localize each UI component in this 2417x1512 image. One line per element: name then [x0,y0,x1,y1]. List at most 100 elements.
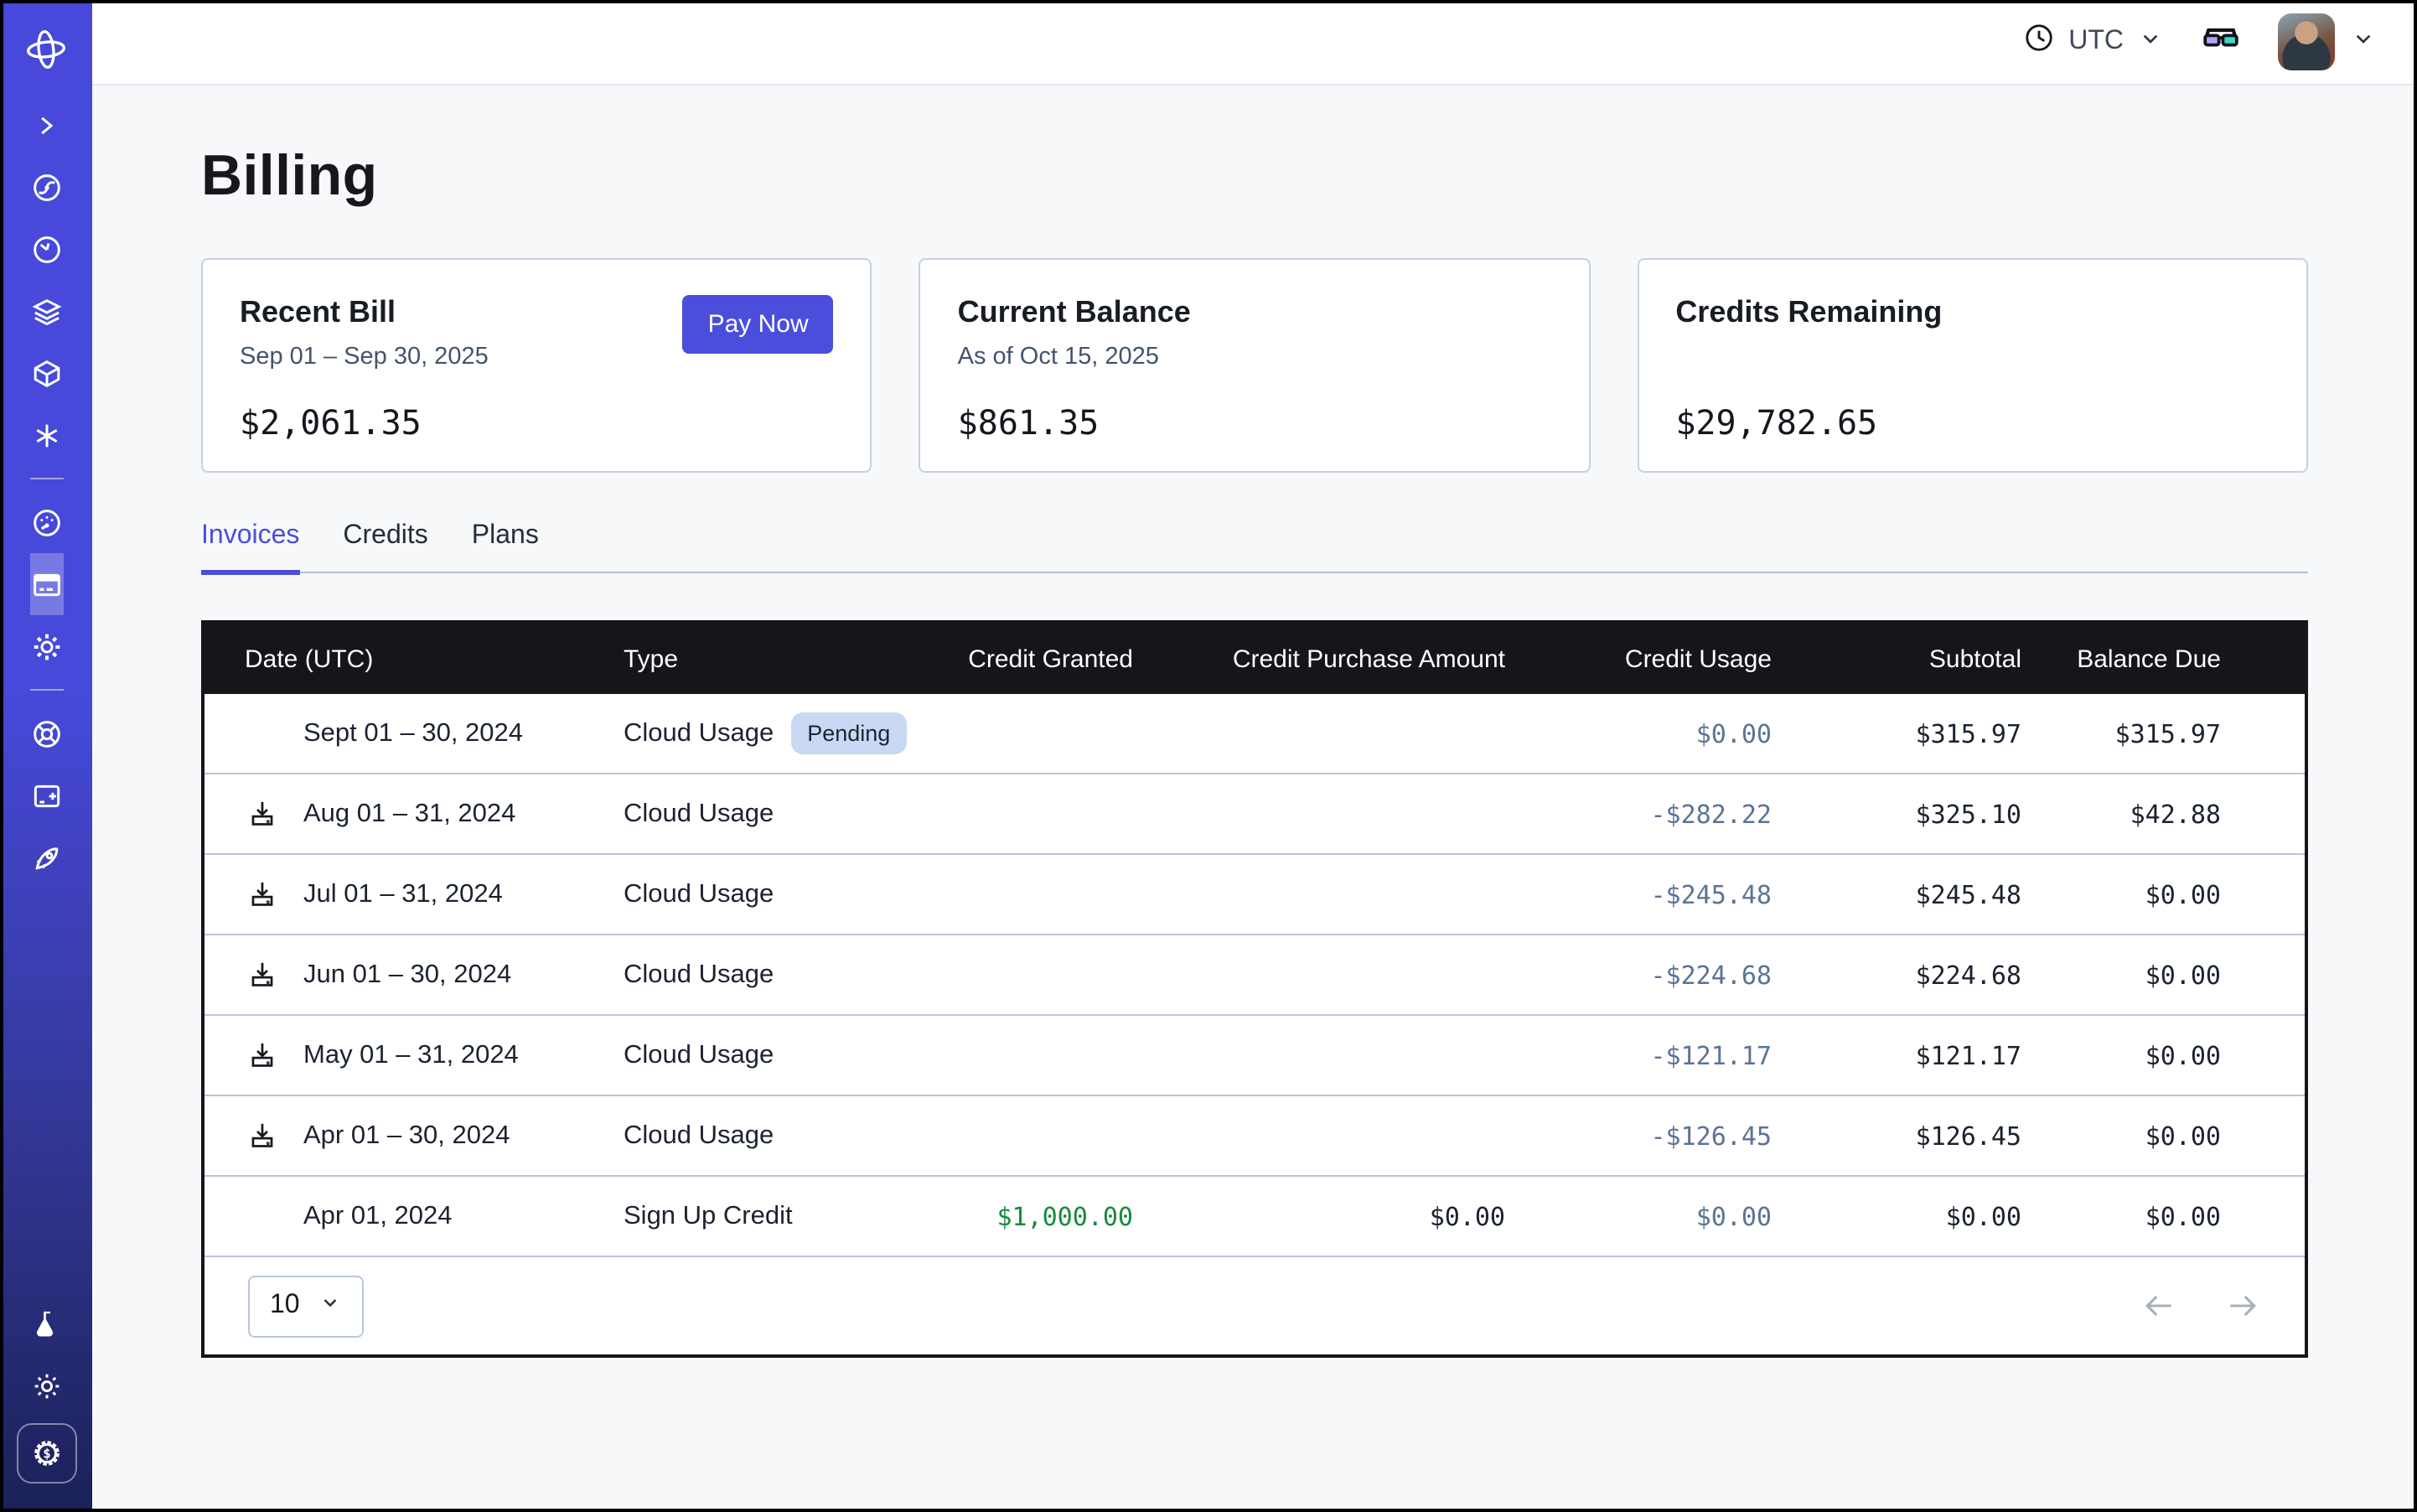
sidebar-item-layers[interactable] [29,280,63,342]
credit-usage-value: $0.00 [1525,694,1792,774]
col-header-credit-purchase: Credit Purchase Amount [1153,624,1525,694]
current-balance-card: Current Balance As of Oct 15, 2025 $861.… [919,258,1591,473]
account-menu[interactable] [2278,13,2377,70]
invoice-row: Apr 01, 2024 Sign Up Credit $1,000.00 $0… [204,1176,2305,1256]
invoice-date: Sept 01 – 30, 2024 [303,718,523,748]
sidebar-logo[interactable] [0,3,92,94]
sidebar-item-settings-gear[interactable] [29,615,63,677]
theme-glasses-button[interactable] [2201,18,2241,66]
balance-due-value: $0.00 [2042,935,2305,1015]
page-size-value: 10 [270,1291,300,1321]
invoice-row: Sept 01 – 30, 2024 Cloud Usage Pending $… [204,694,2305,774]
invoices-table: Date (UTC) Type Credit Granted Credit Pu… [201,620,2308,1358]
tab-credits[interactable]: Credits [343,521,427,572]
layers-icon [29,294,63,328]
credit-granted-value: $1,000.00 [942,1176,1153,1256]
sidebar-divider [29,478,63,479]
credits-remaining-amount: $29,782.65 [1675,402,1877,443]
download-invoice-icon[interactable] [248,1039,277,1071]
timezone-select[interactable]: UTC [2023,22,2164,62]
col-header-type: Type [624,624,942,694]
sidebar-item-dollar-badge[interactable]: $ [0,1416,92,1490]
sidebar-item-rocket[interactable] [29,826,63,888]
balance-due-value: $0.00 [2042,854,2305,935]
credit-usage-value: -$245.48 [1525,854,1792,935]
sidebar-item-notebook-plus[interactable] [29,764,63,826]
pagination-arrows [2140,1287,2261,1324]
balance-due-value: $42.88 [2042,774,2305,854]
sidebar-item-asterisk[interactable] [29,404,63,466]
balance-due-value: $0.00 [2042,1176,2305,1256]
credit-purchase-value [1153,774,1525,854]
credit-usage-value: $0.00 [1525,1176,1792,1256]
invoice-date: Apr 01, 2024 [303,1201,453,1231]
user-avatar [2278,13,2335,70]
summary-cards: Recent Bill Sep 01 – Sep 30, 2025 $2,061… [201,258,2308,473]
pay-now-button[interactable]: Pay Now [683,295,834,354]
invoice-date: Aug 01 – 31, 2024 [303,799,515,829]
invoice-type: Cloud Usage [624,879,774,909]
download-invoice-icon[interactable] [248,878,277,910]
download-invoice-icon[interactable] [248,959,277,991]
subtotal-value: $315.97 [1792,694,2042,774]
credit-granted-value [942,1095,1153,1176]
invoice-type: Sign Up Credit [624,1201,793,1231]
credit-granted-value [942,774,1153,854]
credit-usage-value: -$121.17 [1525,1015,1792,1095]
tab-invoices[interactable]: Invoices [201,521,299,572]
page-size-select[interactable]: 10 [248,1275,364,1337]
sidebar-divider [29,689,63,691]
card-title: Current Balance [958,295,1552,330]
previous-page-button[interactable] [2140,1287,2177,1324]
recent-bill-card: Recent Bill Sep 01 – Sep 30, 2025 $2,061… [201,258,872,473]
credits-remaining-card: Credits Remaining $29,782.65 [1637,258,2308,473]
cube-icon [29,356,63,390]
chevron-down-icon [2350,24,2377,60]
life-ring-icon [29,717,63,750]
subtotal-value: $0.00 [1792,1176,2042,1256]
credit-granted-value [942,694,1153,774]
sidebar: $ [0,0,92,1512]
invoice-date: May 01 – 31, 2024 [303,1040,519,1070]
status-badge: Pending [790,712,907,755]
credit-purchase-value [1153,854,1525,935]
invoice-row: Jun 01 – 30, 2024 Cloud Usage -$224.68 $… [204,935,2305,1015]
credit-purchase-value [1153,935,1525,1015]
invoice-row: Jul 01 – 31, 2024 Cloud Usage -$245.48 $… [204,854,2305,935]
page-title: Billing [201,144,2308,210]
sidebar-item-galaxy[interactable] [29,156,63,218]
sidebar-item-dashboard-gauge[interactable] [29,491,63,553]
download-invoice-icon[interactable] [248,1120,277,1152]
balance-due-value: $0.00 [2042,1015,2305,1095]
invoice-row: May 01 – 31, 2024 Cloud Usage -$121.17 $… [204,1015,2305,1095]
col-header-date: Date (UTC) [204,624,624,694]
balance-due-value: $0.00 [2042,1095,2305,1176]
credit-purchase-value [1153,1095,1525,1176]
sidebar-item-life-ring[interactable] [29,702,63,764]
sidebar-item-sun[interactable] [0,1354,92,1416]
subtotal-value: $245.48 [1792,854,2042,935]
billing-page: $ UTC [0,0,2417,1512]
chevron-down-icon [2137,24,2164,60]
sidebar-item-terminal-chevron[interactable] [29,94,63,156]
sidebar-item-history-clock[interactable] [29,218,63,280]
credit-usage-value: -$282.22 [1525,774,1792,854]
credit-granted-value [942,854,1153,935]
credit-granted-value [942,1015,1153,1095]
sidebar-item-cube[interactable] [29,342,63,404]
invoice-type: Cloud Usage [624,799,774,829]
subtotal-value: $126.45 [1792,1095,2042,1176]
sidebar-item-flask[interactable] [0,1292,92,1354]
main-area: UTC [92,0,2417,1512]
credit-purchase-value: $0.00 [1153,1176,1525,1256]
col-header-balance-due: Balance Due [2042,624,2305,694]
current-balance-amount: $861.35 [958,402,1100,443]
sidebar-item-billing-card[interactable] [29,553,63,615]
flask-icon [29,1307,63,1340]
col-header-subtotal: Subtotal [1792,624,2042,694]
invoice-type: Cloud Usage [624,1040,774,1070]
tab-plans[interactable]: Plans [472,521,539,572]
credit-granted-value [942,935,1153,1015]
next-page-button[interactable] [2224,1287,2261,1324]
download-invoice-icon[interactable] [248,798,277,830]
